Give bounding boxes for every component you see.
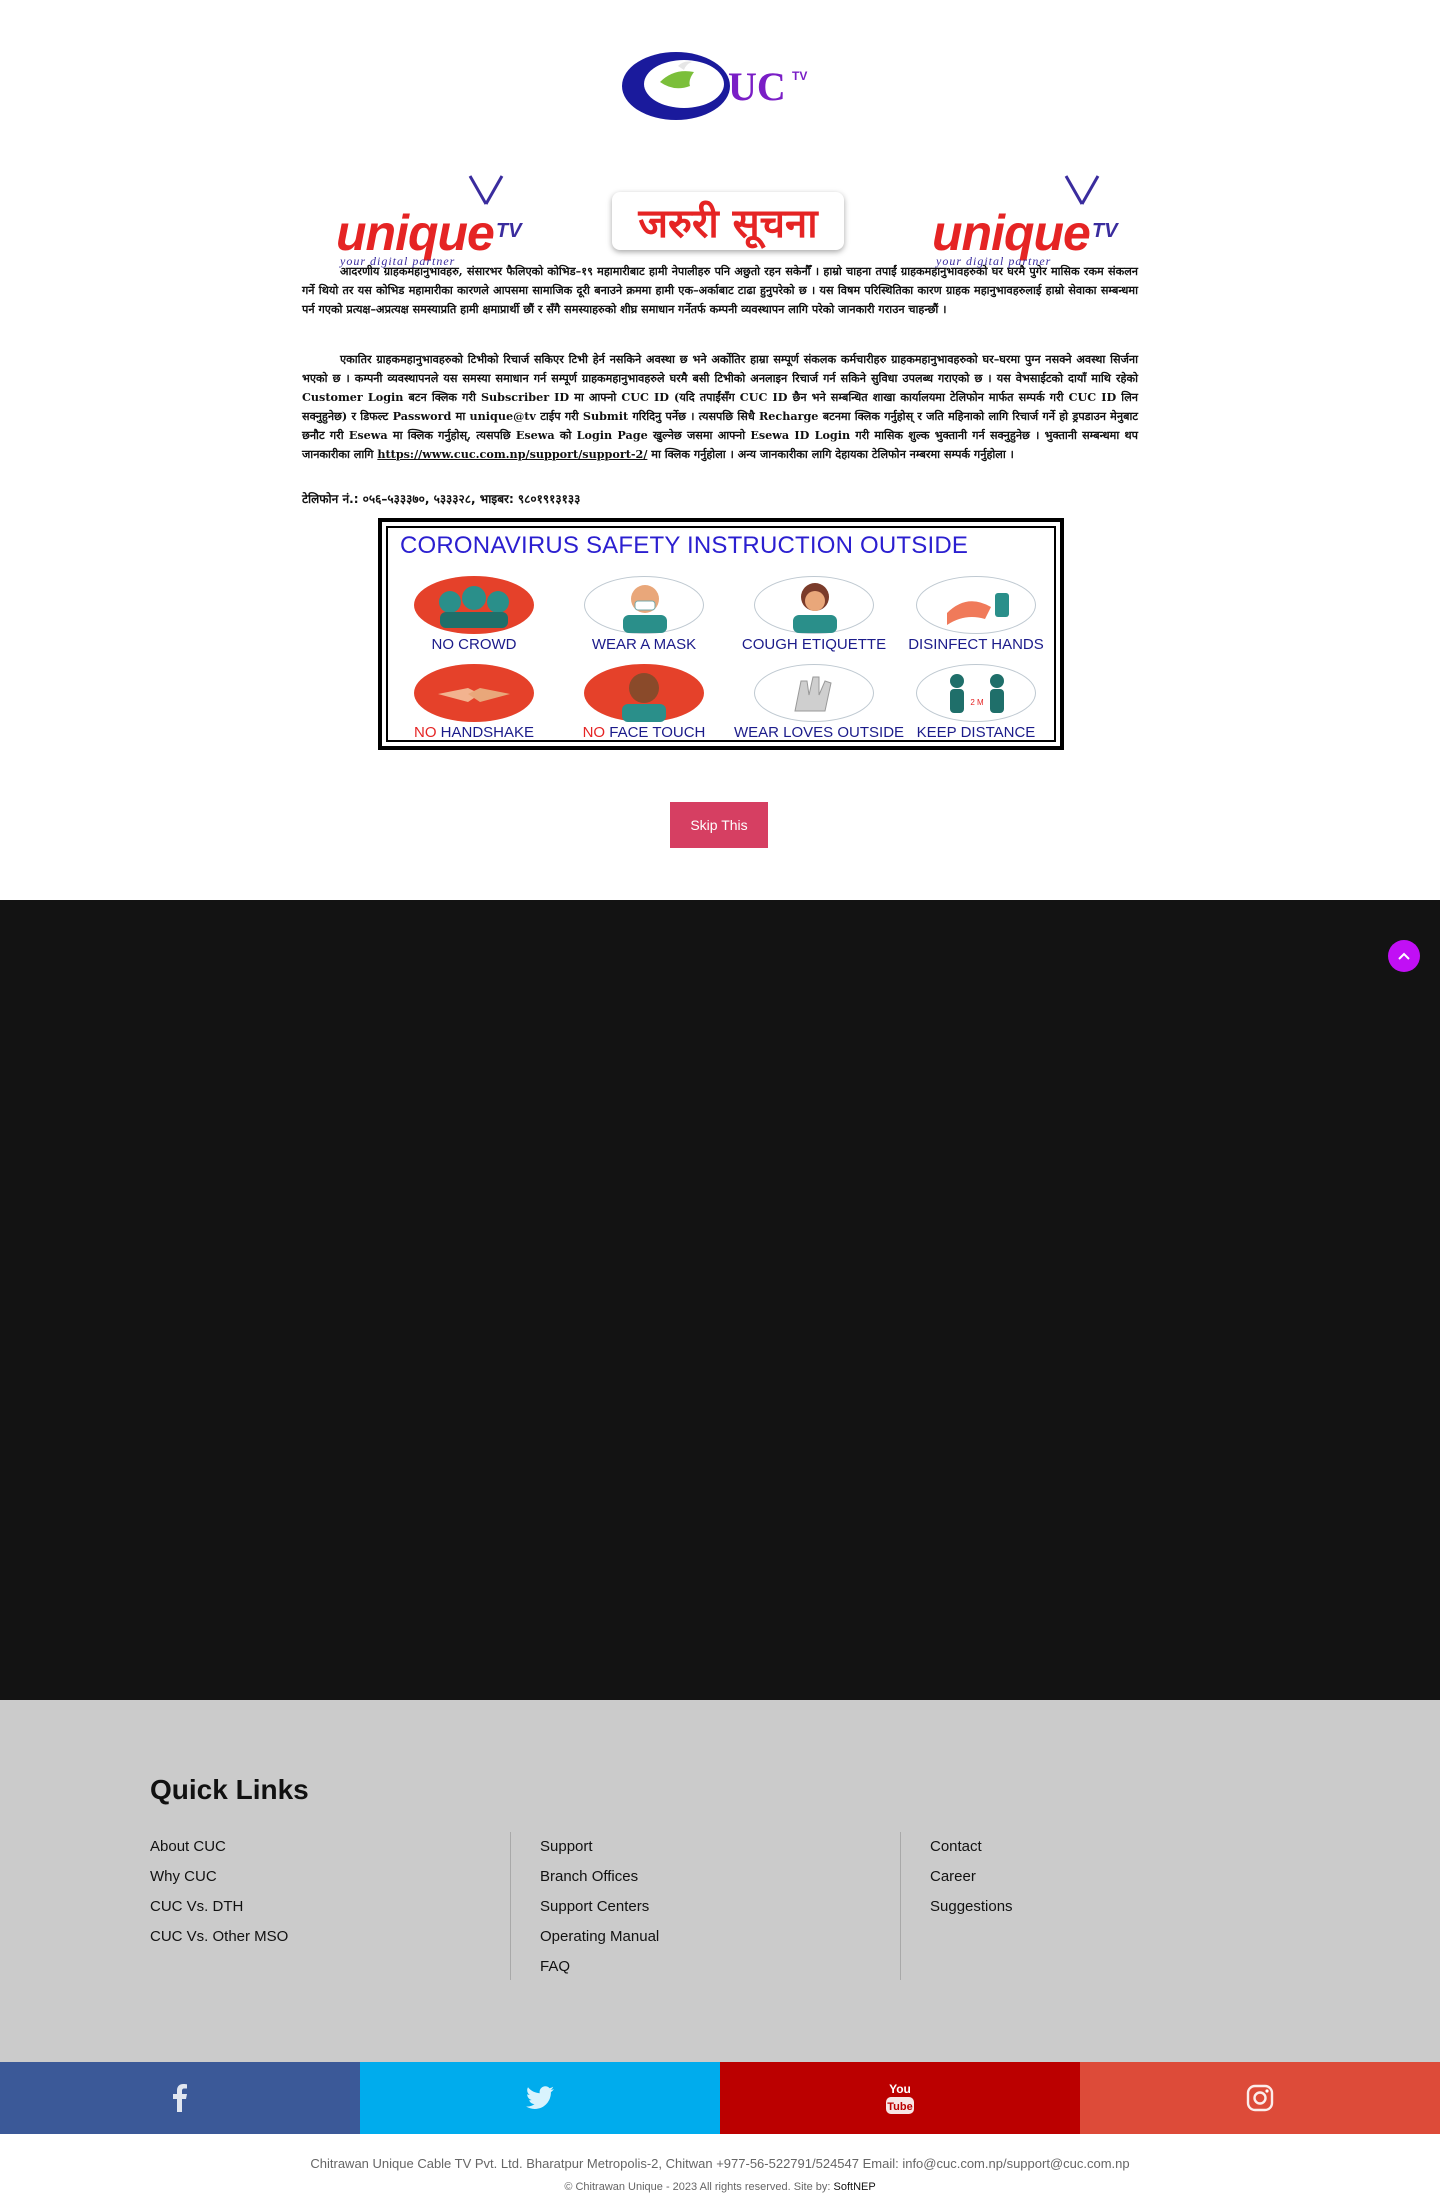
poster-title: CORONAVIRUS SAFETY INSTRUCTION OUTSIDE bbox=[400, 532, 969, 559]
instagram-icon bbox=[1246, 2084, 1274, 2112]
facebook-link[interactable] bbox=[0, 2062, 360, 2134]
phone-numbers: टेलिफोन नं.: ०५६–५३३३७०, ५३३३२८, भाइबर: … bbox=[302, 492, 581, 506]
link-cuc-vs-other-mso[interactable]: CUC Vs. Other MSO bbox=[150, 1922, 510, 1952]
safety-item-label: NO HANDSHAKE bbox=[413, 724, 535, 741]
cuc-tv-logo[interactable]: UC TV bbox=[620, 48, 820, 124]
safety-item-wear-mask: WEAR A MASK bbox=[564, 576, 724, 660]
antenna-icon bbox=[1064, 175, 1100, 205]
quick-links-column-3: Contact Career Suggestions bbox=[900, 1832, 1260, 1980]
safety-item-keep-distance: 2 M KEEP DISTANCE bbox=[896, 664, 1056, 748]
dark-content-area bbox=[0, 900, 1440, 1700]
support-link[interactable]: https://www.cuc.com.np/support/support-2… bbox=[377, 447, 647, 461]
safety-instructions-poster: CORONAVIRUS SAFETY INSTRUCTION OUTSIDE N… bbox=[378, 518, 1064, 750]
link-support-centers[interactable]: Support Centers bbox=[540, 1892, 870, 1922]
safety-item-label: NO CROWD bbox=[431, 636, 517, 653]
disinfect-icon bbox=[916, 576, 1036, 634]
quick-links-column-1: About CUC Why CUC CUC Vs. DTH CUC Vs. Ot… bbox=[150, 1832, 510, 1952]
skip-container: Skip This bbox=[670, 802, 768, 848]
softnep-link[interactable]: SoftNEP bbox=[834, 2181, 876, 2193]
distance-icon: 2 M bbox=[916, 664, 1036, 722]
link-faq[interactable]: FAQ bbox=[540, 1952, 870, 1982]
unique-tv-brand-right: unique TV your digital partner bbox=[932, 174, 1122, 270]
link-support[interactable]: Support bbox=[540, 1832, 870, 1862]
safety-item-label: NO FACE TOUCH bbox=[582, 724, 706, 741]
distance-note: 2 M bbox=[970, 698, 984, 707]
twitter-icon bbox=[526, 2086, 554, 2109]
footer-copyright: © Chitrawan Unique - 2023 All rights res… bbox=[564, 2181, 876, 2193]
gloves-icon bbox=[754, 664, 874, 722]
twitter-link[interactable] bbox=[360, 2062, 720, 2134]
link-about-cuc[interactable]: About CUC bbox=[150, 1832, 510, 1862]
crowd-icon bbox=[414, 576, 534, 634]
safety-item-label: WEAR LOVES OUTSIDE bbox=[734, 724, 905, 741]
handshake-icon bbox=[414, 664, 534, 722]
safety-item-cough-etiquette: COUGH ETIQUETTE bbox=[734, 576, 894, 660]
unique-tv-brand-left: unique TV your digital partner bbox=[336, 174, 526, 270]
chevron-up-icon bbox=[1398, 952, 1410, 960]
footer: Chitrawan Unique Cable TV Pvt. Ltd. Bhar… bbox=[0, 2134, 1440, 2212]
cough-icon bbox=[754, 576, 874, 634]
notice-paragraph-2-tail: मा क्लिक गर्नुहोला । अन्य जानकारीका लागि… bbox=[647, 447, 1014, 461]
link-why-cuc[interactable]: Why CUC bbox=[150, 1862, 510, 1892]
notice-paragraph-2: एकातिर ग्राहकमहानुभावहरुको टिभीको रिचार्… bbox=[302, 350, 1138, 464]
face-touch-icon bbox=[584, 664, 704, 722]
skip-button[interactable]: Skip This bbox=[670, 802, 768, 848]
quick-links-column-2: Support Branch Offices Support Centers O… bbox=[510, 1832, 870, 1980]
link-contact[interactable]: Contact bbox=[930, 1832, 1260, 1862]
notice-paragraph-1: आदरणीय ग्राहकमहानुभावहरु, संसारभर फैलिएक… bbox=[302, 264, 1138, 316]
mask-icon bbox=[584, 576, 704, 634]
back-to-top-button[interactable] bbox=[1388, 940, 1420, 972]
instagram-link[interactable] bbox=[1080, 2062, 1440, 2134]
safety-item-label: DISINFECT HANDS bbox=[908, 636, 1044, 653]
quick-links-title: Quick Links bbox=[150, 1774, 309, 1805]
safety-item-no-face-touch: NO FACE TOUCH bbox=[564, 664, 724, 748]
antenna-icon bbox=[468, 175, 504, 205]
facebook-icon bbox=[173, 2084, 187, 2112]
link-cuc-vs-dth[interactable]: CUC Vs. DTH bbox=[150, 1892, 510, 1922]
safety-item-disinfect-hands: DISINFECT HANDS bbox=[896, 576, 1056, 660]
safety-item-no-handshake: NO HANDSHAKE bbox=[394, 664, 554, 748]
social-bar: You Tube bbox=[0, 2062, 1440, 2134]
svg-text:You: You bbox=[889, 2082, 911, 2096]
urgent-title: जरुरी सूचना bbox=[612, 192, 844, 250]
safety-item-no-crowd: NO CROWD bbox=[394, 576, 554, 660]
urgent-notice: unique TV your digital partner जरुरी सूच… bbox=[302, 170, 1138, 510]
notice-paragraph-2-text: एकातिर ग्राहकमहानुभावहरुको टिभीको रिचार्… bbox=[302, 352, 1138, 461]
notice-section: UC TV unique TV your digital partner जरु… bbox=[0, 0, 1440, 900]
safety-item-label: KEEP DISTANCE bbox=[916, 724, 1036, 741]
footer-address: Chitrawan Unique Cable TV Pvt. Ltd. Bhar… bbox=[310, 2156, 1130, 2171]
brand-tv: TV bbox=[1092, 220, 1118, 242]
safety-item-label: COUGH ETIQUETTE bbox=[741, 636, 887, 653]
brand-tv: TV bbox=[496, 220, 522, 242]
link-suggestions[interactable]: Suggestions bbox=[930, 1892, 1260, 1922]
logo-text: UC bbox=[728, 64, 786, 109]
logo-tv: TV bbox=[792, 69, 807, 83]
link-branch-offices[interactable]: Branch Offices bbox=[540, 1862, 870, 1892]
safety-item-wear-gloves: WEAR LOVES OUTSIDE bbox=[734, 664, 905, 748]
link-career[interactable]: Career bbox=[930, 1862, 1260, 1892]
quick-links-section: Quick Links About CUC Why CUC CUC Vs. DT… bbox=[0, 1700, 1440, 2062]
safety-item-label: WEAR A MASK bbox=[591, 636, 697, 653]
link-operating-manual[interactable]: Operating Manual bbox=[540, 1922, 870, 1952]
svg-text:Tube: Tube bbox=[887, 2101, 912, 2113]
youtube-icon: You Tube bbox=[886, 2082, 914, 2114]
youtube-link[interactable]: You Tube bbox=[720, 2062, 1080, 2134]
